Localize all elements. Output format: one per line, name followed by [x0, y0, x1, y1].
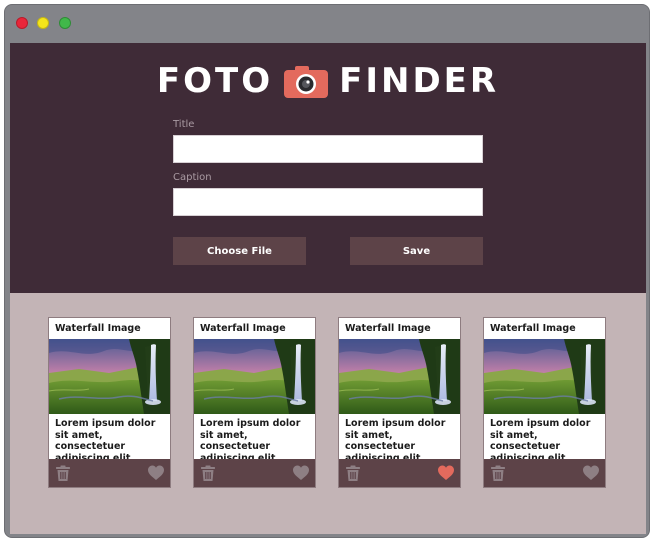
close-window-button[interactable] [16, 17, 28, 29]
trash-icon[interactable] [344, 464, 362, 482]
card-title: Waterfall Image [345, 323, 431, 334]
card-caption: Lorem ipsum dolor sit amet, consectetuer… [490, 418, 591, 464]
photo-card: Waterfall Image Lorem ipsum dolor sit am… [338, 317, 461, 488]
logo-text-left: FOTO [156, 61, 274, 101]
logo-text-right: FINDER [339, 61, 500, 101]
waterfall-image [193, 339, 315, 414]
card-caption: Lorem ipsum dolor sit amet, consectetuer… [200, 418, 301, 464]
browser-window: FOTO FINDER Title Caption Choose File Sa… [4, 4, 650, 538]
photo-card: Waterfall Image Lorem ipsum dolor sit am… [483, 317, 606, 488]
card-footer [484, 459, 605, 487]
trash-icon[interactable] [54, 464, 72, 482]
minimize-window-button[interactable] [37, 17, 49, 29]
card-caption: Lorem ipsum dolor sit amet, consectetuer… [345, 418, 446, 464]
card-title: Waterfall Image [200, 323, 286, 334]
heart-icon[interactable] [437, 464, 455, 482]
card-footer [194, 459, 315, 487]
save-button[interactable]: Save [350, 237, 483, 265]
photo-card: Waterfall Image Lorem ipsum dolor sit am… [48, 317, 171, 488]
waterfall-image [48, 339, 170, 414]
photo-card: Waterfall Image Lorem ipsum dolor sit am… [193, 317, 316, 488]
logo: FOTO FINDER [10, 59, 646, 103]
card-footer [49, 459, 170, 487]
card-caption: Lorem ipsum dolor sit amet, consectetuer… [55, 418, 156, 464]
heart-icon[interactable] [147, 464, 165, 482]
caption-label: Caption [173, 172, 212, 183]
card-title: Waterfall Image [490, 323, 576, 334]
waterfall-image [483, 339, 605, 414]
title-input[interactable] [173, 135, 483, 163]
heart-icon[interactable] [582, 464, 600, 482]
trash-icon[interactable] [489, 464, 507, 482]
upload-panel: FOTO FINDER Title Caption Choose File Sa… [10, 43, 646, 293]
card-title: Waterfall Image [55, 323, 141, 334]
waterfall-image [338, 339, 460, 414]
photo-gallery: Waterfall Image Lorem ipsum dolor sit am… [10, 293, 646, 534]
caption-input[interactable] [173, 188, 483, 216]
heart-icon[interactable] [292, 464, 310, 482]
maximize-window-button[interactable] [59, 17, 71, 29]
title-label: Title [173, 119, 195, 130]
trash-icon[interactable] [199, 464, 217, 482]
window-titlebar [5, 5, 649, 43]
card-footer [339, 459, 460, 487]
camera-icon [283, 65, 329, 99]
choose-file-button[interactable]: Choose File [173, 237, 306, 265]
